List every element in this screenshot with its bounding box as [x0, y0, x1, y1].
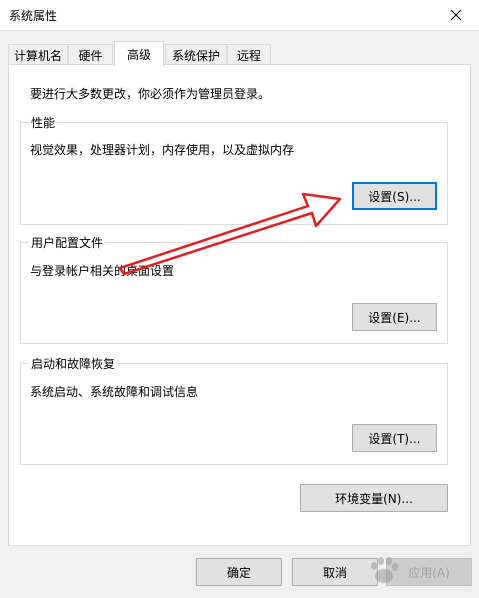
advanced-panel: 要进行大多数更改，你必须作为管理员登录。 性能 视觉效果，处理器计划，内存使用，…	[8, 64, 471, 546]
user-profiles-description: 与登录帐户相关的桌面设置	[30, 264, 175, 278]
startup-recovery-group: 启动和故障恢复 系统启动、系统故障和调试信息 设置(T)...	[20, 355, 448, 465]
tab-advanced[interactable]: 高级	[114, 41, 164, 66]
admin-notice: 要进行大多数更改，你必须作为管理员登录。	[30, 87, 271, 101]
environment-variables-button[interactable]: 环境变量(N)...	[300, 484, 448, 512]
startup-recovery-description: 系统启动、系统故障和调试信息	[30, 385, 199, 399]
startup-recovery-settings-button[interactable]: 设置(T)...	[352, 424, 437, 452]
tab-remote[interactable]: 远程	[227, 44, 271, 65]
user-profiles-title: 用户配置文件	[29, 234, 106, 251]
performance-settings-button[interactable]: 设置(S)...	[352, 182, 437, 210]
tab-hardware[interactable]: 硬件	[68, 44, 113, 65]
tab-computer-name[interactable]: 计算机名	[8, 44, 68, 65]
close-button[interactable]	[433, 0, 479, 30]
user-profiles-settings-button[interactable]: 设置(E)...	[352, 303, 437, 331]
user-profiles-group: 用户配置文件 与登录帐户相关的桌面设置 设置(E)...	[20, 234, 448, 344]
startup-recovery-title: 启动和故障恢复	[29, 355, 118, 372]
window-title: 系统属性	[9, 9, 58, 23]
performance-title: 性能	[29, 114, 58, 131]
baidu-watermark	[371, 557, 398, 583]
ok-button[interactable]: 确定	[196, 558, 282, 586]
tab-system-protection[interactable]: 系统保护	[165, 44, 227, 65]
performance-description: 视觉效果，处理器计划，内存使用，以及虚拟内存	[30, 143, 295, 157]
close-icon	[450, 9, 462, 21]
title-bar: 系统属性	[0, 0, 479, 31]
performance-group: 性能 视觉效果，处理器计划，内存使用，以及虚拟内存 设置(S)...	[20, 114, 448, 225]
